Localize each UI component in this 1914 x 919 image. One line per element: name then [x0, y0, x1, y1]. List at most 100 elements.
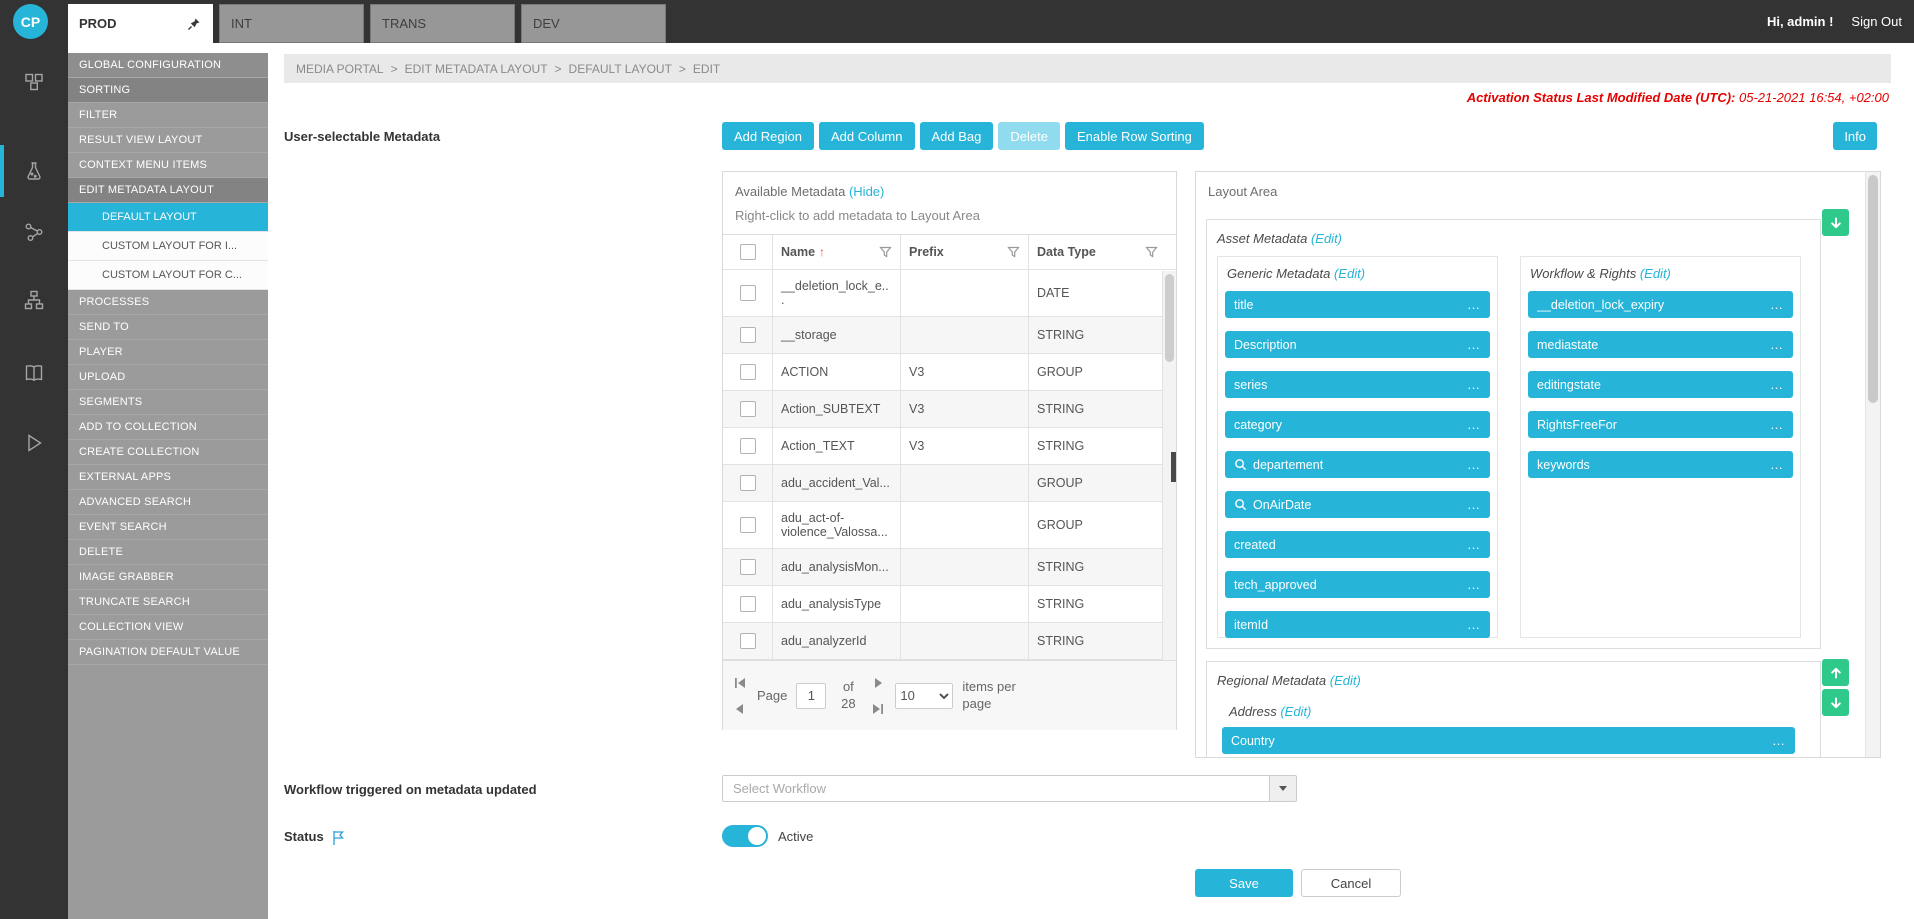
chip-menu-icon[interactable]: …	[1467, 297, 1481, 312]
breadcrumb-item[interactable]: DEFAULT LAYOUT	[569, 62, 672, 76]
tab-dev[interactable]: DEV	[521, 4, 666, 43]
metadata-chip[interactable]: OnAirDate …	[1225, 491, 1490, 518]
move-up-button[interactable]	[1822, 659, 1849, 686]
chip-menu-icon[interactable]: …	[1467, 497, 1481, 512]
chip-menu-icon[interactable]: …	[1770, 457, 1784, 472]
edit-regional-metadata-link[interactable]: (Edit)	[1330, 673, 1361, 688]
previous-page-button[interactable]	[732, 702, 748, 716]
tab-int[interactable]: INT	[219, 4, 364, 43]
cancel-button[interactable]: Cancel	[1301, 869, 1401, 897]
edit-workflow-rights-link[interactable]: (Edit)	[1640, 266, 1671, 281]
row-checkbox[interactable]	[740, 364, 756, 380]
table-row[interactable]: adu_analyzerId STRING	[723, 623, 1176, 660]
row-checkbox[interactable]	[740, 559, 756, 575]
sign-out-link[interactable]: Sign Out	[1851, 14, 1902, 29]
sidebar-item-player[interactable]: PLAYER	[68, 340, 268, 365]
edit-generic-metadata-link[interactable]: (Edit)	[1334, 266, 1365, 281]
sidebar-item-global-configuration[interactable]: GLOBAL CONFIGURATION	[68, 53, 268, 78]
workflow-select[interactable]: Select Workflow	[722, 775, 1297, 802]
metadata-chip[interactable]: tech_approved …	[1225, 571, 1490, 598]
sidebar-item-external-apps[interactable]: EXTERNAL APPS	[68, 465, 268, 490]
hide-link[interactable]: (Hide)	[849, 184, 884, 199]
table-row[interactable]: __deletion_lock_e... DATE	[723, 270, 1176, 317]
next-page-button[interactable]	[870, 676, 886, 690]
metadata-chip[interactable]: Country …	[1222, 727, 1795, 754]
last-page-button[interactable]	[870, 702, 886, 716]
row-checkbox[interactable]	[740, 633, 756, 649]
add-column-button[interactable]: Add Column	[819, 122, 915, 150]
chip-menu-icon[interactable]: …	[1467, 457, 1481, 472]
tab-trans[interactable]: TRANS	[370, 4, 515, 43]
sidebar-item-custom-layout-for-i[interactable]: CUSTOM LAYOUT FOR I...	[68, 232, 268, 261]
move-down-button[interactable]	[1822, 209, 1849, 236]
metadata-chip[interactable]: RightsFreeFor …	[1528, 411, 1793, 438]
row-checkbox[interactable]	[740, 475, 756, 491]
sidebar-item-processes[interactable]: PROCESSES	[68, 290, 268, 315]
column-header-data-type[interactable]: Data Type	[1028, 235, 1176, 269]
breadcrumb-item[interactable]: EDIT	[693, 62, 720, 76]
move-down-button[interactable]	[1822, 689, 1849, 716]
metadata-chip[interactable]: itemId …	[1225, 611, 1490, 638]
chip-menu-icon[interactable]: …	[1772, 733, 1786, 748]
first-page-button[interactable]	[732, 676, 748, 690]
sidebar-item-edit-metadata-layout[interactable]: EDIT METADATA LAYOUT	[68, 178, 268, 203]
layout-area-scrollbar[interactable]	[1865, 172, 1880, 757]
player-icon[interactable]	[0, 417, 68, 469]
edit-asset-metadata-link[interactable]: (Edit)	[1311, 231, 1342, 246]
select-all-checkbox[interactable]	[740, 244, 756, 260]
table-row[interactable]: Action_SUBTEXT V3 STRING	[723, 391, 1176, 428]
sidebar-item-create-collection[interactable]: CREATE COLLECTION	[68, 440, 268, 465]
sidebar-item-advanced-search[interactable]: ADVANCED SEARCH	[68, 490, 268, 515]
info-button[interactable]: Info	[1833, 122, 1877, 150]
configuration-flask-icon[interactable]	[0, 145, 68, 197]
chip-menu-icon[interactable]: …	[1467, 577, 1481, 592]
metadata-chip[interactable]: title …	[1225, 291, 1490, 318]
sidebar-item-image-grabber[interactable]: IMAGE GRABBER	[68, 565, 268, 590]
hierarchy-icon[interactable]	[0, 274, 68, 326]
tab-prod[interactable]: PROD	[68, 4, 213, 43]
sidebar-item-truncate-search[interactable]: TRUNCATE SEARCH	[68, 590, 268, 615]
row-checkbox[interactable]	[740, 438, 756, 454]
column-header-name[interactable]: Name ↑	[772, 235, 900, 269]
metadata-chip[interactable]: category …	[1225, 411, 1490, 438]
sidebar-item-result-view-layout[interactable]: RESULT VIEW LAYOUT	[68, 128, 268, 153]
metadata-chip[interactable]: Description …	[1225, 331, 1490, 358]
save-button[interactable]: Save	[1195, 869, 1293, 897]
edit-address-link[interactable]: (Edit)	[1280, 704, 1311, 719]
metadata-chip[interactable]: created …	[1225, 531, 1490, 558]
row-checkbox[interactable]	[740, 285, 756, 301]
metadata-chip[interactable]: __deletion_lock_expiry …	[1528, 291, 1793, 318]
filter-icon[interactable]	[1145, 246, 1158, 259]
sidebar-item-sorting[interactable]: SORTING	[68, 78, 268, 103]
chip-menu-icon[interactable]: …	[1467, 617, 1481, 632]
metadata-chip[interactable]: editingstate …	[1528, 371, 1793, 398]
chip-menu-icon[interactable]: …	[1467, 337, 1481, 352]
page-number-input[interactable]	[796, 683, 826, 709]
sidebar-item-default-layout[interactable]: DEFAULT LAYOUT	[68, 203, 268, 232]
chip-menu-icon[interactable]: …	[1770, 297, 1784, 312]
sidebar-item-custom-layout-for-c[interactable]: CUSTOM LAYOUT FOR C...	[68, 261, 268, 290]
sidebar-item-upload[interactable]: UPLOAD	[68, 365, 268, 390]
sidebar-item-collection-view[interactable]: COLLECTION VIEW	[68, 615, 268, 640]
table-row[interactable]: adu_act-of-violence_Valossa... GROUP	[723, 502, 1176, 549]
sidebar-item-segments[interactable]: SEGMENTS	[68, 390, 268, 415]
sidebar-item-send-to[interactable]: SEND TO	[68, 315, 268, 340]
add-region-button[interactable]: Add Region	[722, 122, 814, 150]
breadcrumb-item[interactable]: MEDIA PORTAL	[296, 62, 384, 76]
table-row[interactable]: adu_analysisMon... STRING	[723, 549, 1176, 586]
table-row[interactable]: ACTION V3 GROUP	[723, 354, 1176, 391]
filter-icon[interactable]	[879, 246, 892, 259]
filter-icon[interactable]	[1007, 246, 1020, 259]
assets-icon[interactable]	[0, 56, 68, 108]
table-row[interactable]: adu_accident_Val... GROUP	[723, 465, 1176, 502]
column-header-prefix[interactable]: Prefix	[900, 235, 1028, 269]
add-bag-button[interactable]: Add Bag	[920, 122, 994, 150]
table-row[interactable]: Action_TEXT V3 STRING	[723, 428, 1176, 465]
chip-menu-icon[interactable]: …	[1467, 537, 1481, 552]
breadcrumb-item[interactable]: EDIT METADATA LAYOUT	[405, 62, 548, 76]
layout-area-scrollbar-thumb[interactable]	[1868, 175, 1878, 403]
sidebar-item-event-search[interactable]: EVENT SEARCH	[68, 515, 268, 540]
log-book-icon[interactable]	[0, 347, 68, 399]
sidebar-item-delete[interactable]: DELETE	[68, 540, 268, 565]
sidebar-item-filter[interactable]: FILTER	[68, 103, 268, 128]
